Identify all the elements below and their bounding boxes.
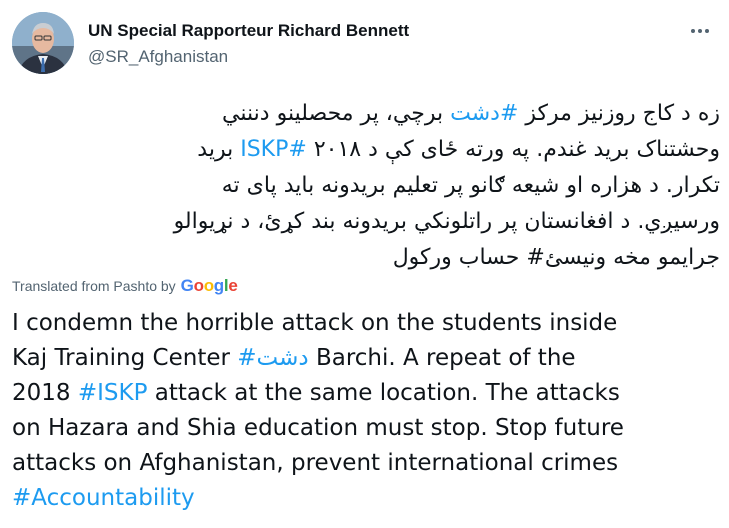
more-horizontal-icon[interactable] [685, 18, 715, 44]
text-segment: Barchi. A repeat of the [308, 345, 576, 371]
original-line: زه د کاج روزنیز مرکز #دشت برچي، پر محصلی… [12, 96, 720, 132]
translated-line: attacks on Afghanistan, prevent internat… [12, 450, 619, 476]
author-name[interactable]: UN Special Rapporteur Richard Bennett [88, 21, 409, 41]
google-logo[interactable]: Google [181, 276, 238, 296]
google-logo-letter: o [203, 276, 214, 295]
translated-line: #Accountability [12, 481, 720, 516]
translation-label: Translated from Pashto by [12, 278, 176, 294]
original-line: جرایمو مخه ونیسئ# حساب ورکول [392, 245, 720, 270]
hashtag-link[interactable]: دشت# [237, 345, 308, 371]
google-logo-letter: g [213, 276, 224, 295]
hashtag-link[interactable]: #Accountability [12, 485, 195, 511]
text-segment: وحشتناک برید غندم. په ورته ځای کې د ۲۰۱۸ [306, 137, 720, 162]
text-segment: Kaj Training Center [12, 345, 238, 371]
translated-tweet-text: I condemn the horrible attack on the stu… [12, 306, 720, 516]
translated-line: on Hazara and Shia education must stop. … [12, 415, 624, 441]
original-line: تکرار. د هزاره او شیعه ګانو پر تعلیم بری… [221, 173, 720, 198]
original-tweet-text: زه د کاج روزنیز مرکز #دشت برچي، پر محصلی… [12, 96, 720, 276]
translated-line: I condemn the horrible attack on the stu… [12, 310, 618, 336]
hashtag-link[interactable]: #دشت [450, 101, 518, 126]
text-segment: attack at the same location. The attacks [147, 380, 620, 406]
tweet-header: UN Special Rapporteur Richard Bennett @S… [12, 12, 717, 76]
author-handle[interactable]: @SR_Afghanistan [88, 47, 228, 67]
google-logo-letter: e [228, 276, 238, 295]
text-segment: زه د کاج روزنیز مرکز [518, 101, 720, 126]
original-line: ورسیږي. د افغانستان پر راتلونکي بریدونه … [173, 209, 720, 234]
google-logo-letter: o [193, 276, 204, 295]
translated-line: Kaj Training Center دشت# Barchi. A repea… [12, 341, 720, 376]
text-segment: برید [197, 137, 241, 162]
author-avatar[interactable] [12, 12, 74, 74]
hashtag-link[interactable]: #ISKP [240, 137, 307, 162]
google-logo-letter: G [180, 276, 194, 295]
hashtag-link[interactable]: #ISKP [78, 380, 148, 406]
text-segment: برچي، پر محصلینو دننني [222, 101, 451, 126]
translated-line: 2018 #ISKP attack at the same location. … [12, 376, 720, 411]
text-segment: 2018 [12, 380, 78, 406]
original-line: وحشتناک برید غندم. په ورته ځای کې د ۲۰۱۸… [12, 132, 720, 168]
translation-attribution: Translated from Pashto by Google [12, 276, 238, 296]
